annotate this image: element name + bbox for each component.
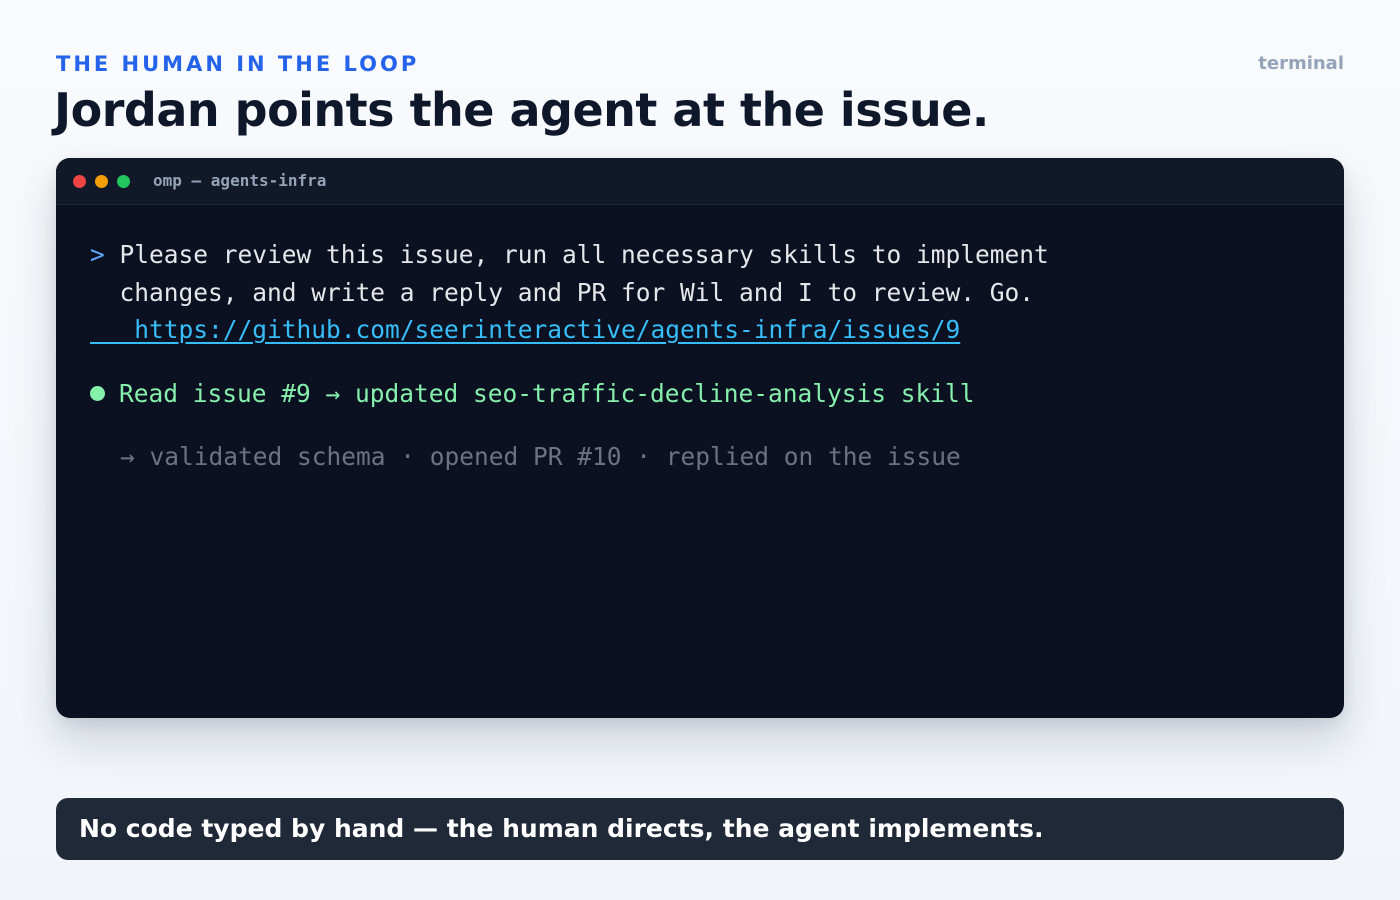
context-label: terminal: [1258, 53, 1344, 74]
maximize-dot-icon[interactable]: [117, 175, 130, 188]
page-title: Jordan points the agent at the issue.: [54, 83, 989, 137]
success-dot-icon: [90, 385, 105, 401]
terminal-titlebar: omp — agents-infra: [56, 158, 1344, 205]
caption-text: No code typed by hand — the human direct…: [79, 814, 1044, 843]
prompt-symbol: >: [90, 240, 105, 269]
prompt-line-1: > Please review this issue, run all nece…: [90, 236, 1314, 274]
issue-link[interactable]: https://github.com/seerinteractive/agent…: [90, 311, 1314, 349]
close-dot-icon[interactable]: [73, 175, 86, 188]
status-text: Read issue #9 → updated seo-traffic-decl…: [119, 378, 975, 408]
minimize-dot-icon[interactable]: [95, 175, 108, 188]
terminal-title: omp — agents-infra: [153, 171, 327, 190]
prompt-line-2: changes, and write a reply and PR for Wi…: [90, 274, 1314, 312]
terminal-window[interactable]: omp — agents-infra > Please review this …: [56, 158, 1344, 718]
status-line: Read issue #9 → updated seo-traffic-decl…: [90, 375, 1314, 413]
prompt-text-1: Please review this issue, run all necess…: [119, 240, 1049, 269]
detail-line: → validated schema · opened PR #10 · rep…: [120, 442, 961, 471]
section-eyebrow: THE HUMAN IN THE LOOP: [56, 52, 420, 76]
terminal-output: > Please review this issue, run all nece…: [90, 236, 1314, 476]
caption-bar: No code typed by hand — the human direct…: [56, 798, 1344, 860]
prompt-text-2: changes, and write a reply and PR for Wi…: [90, 277, 1035, 307]
